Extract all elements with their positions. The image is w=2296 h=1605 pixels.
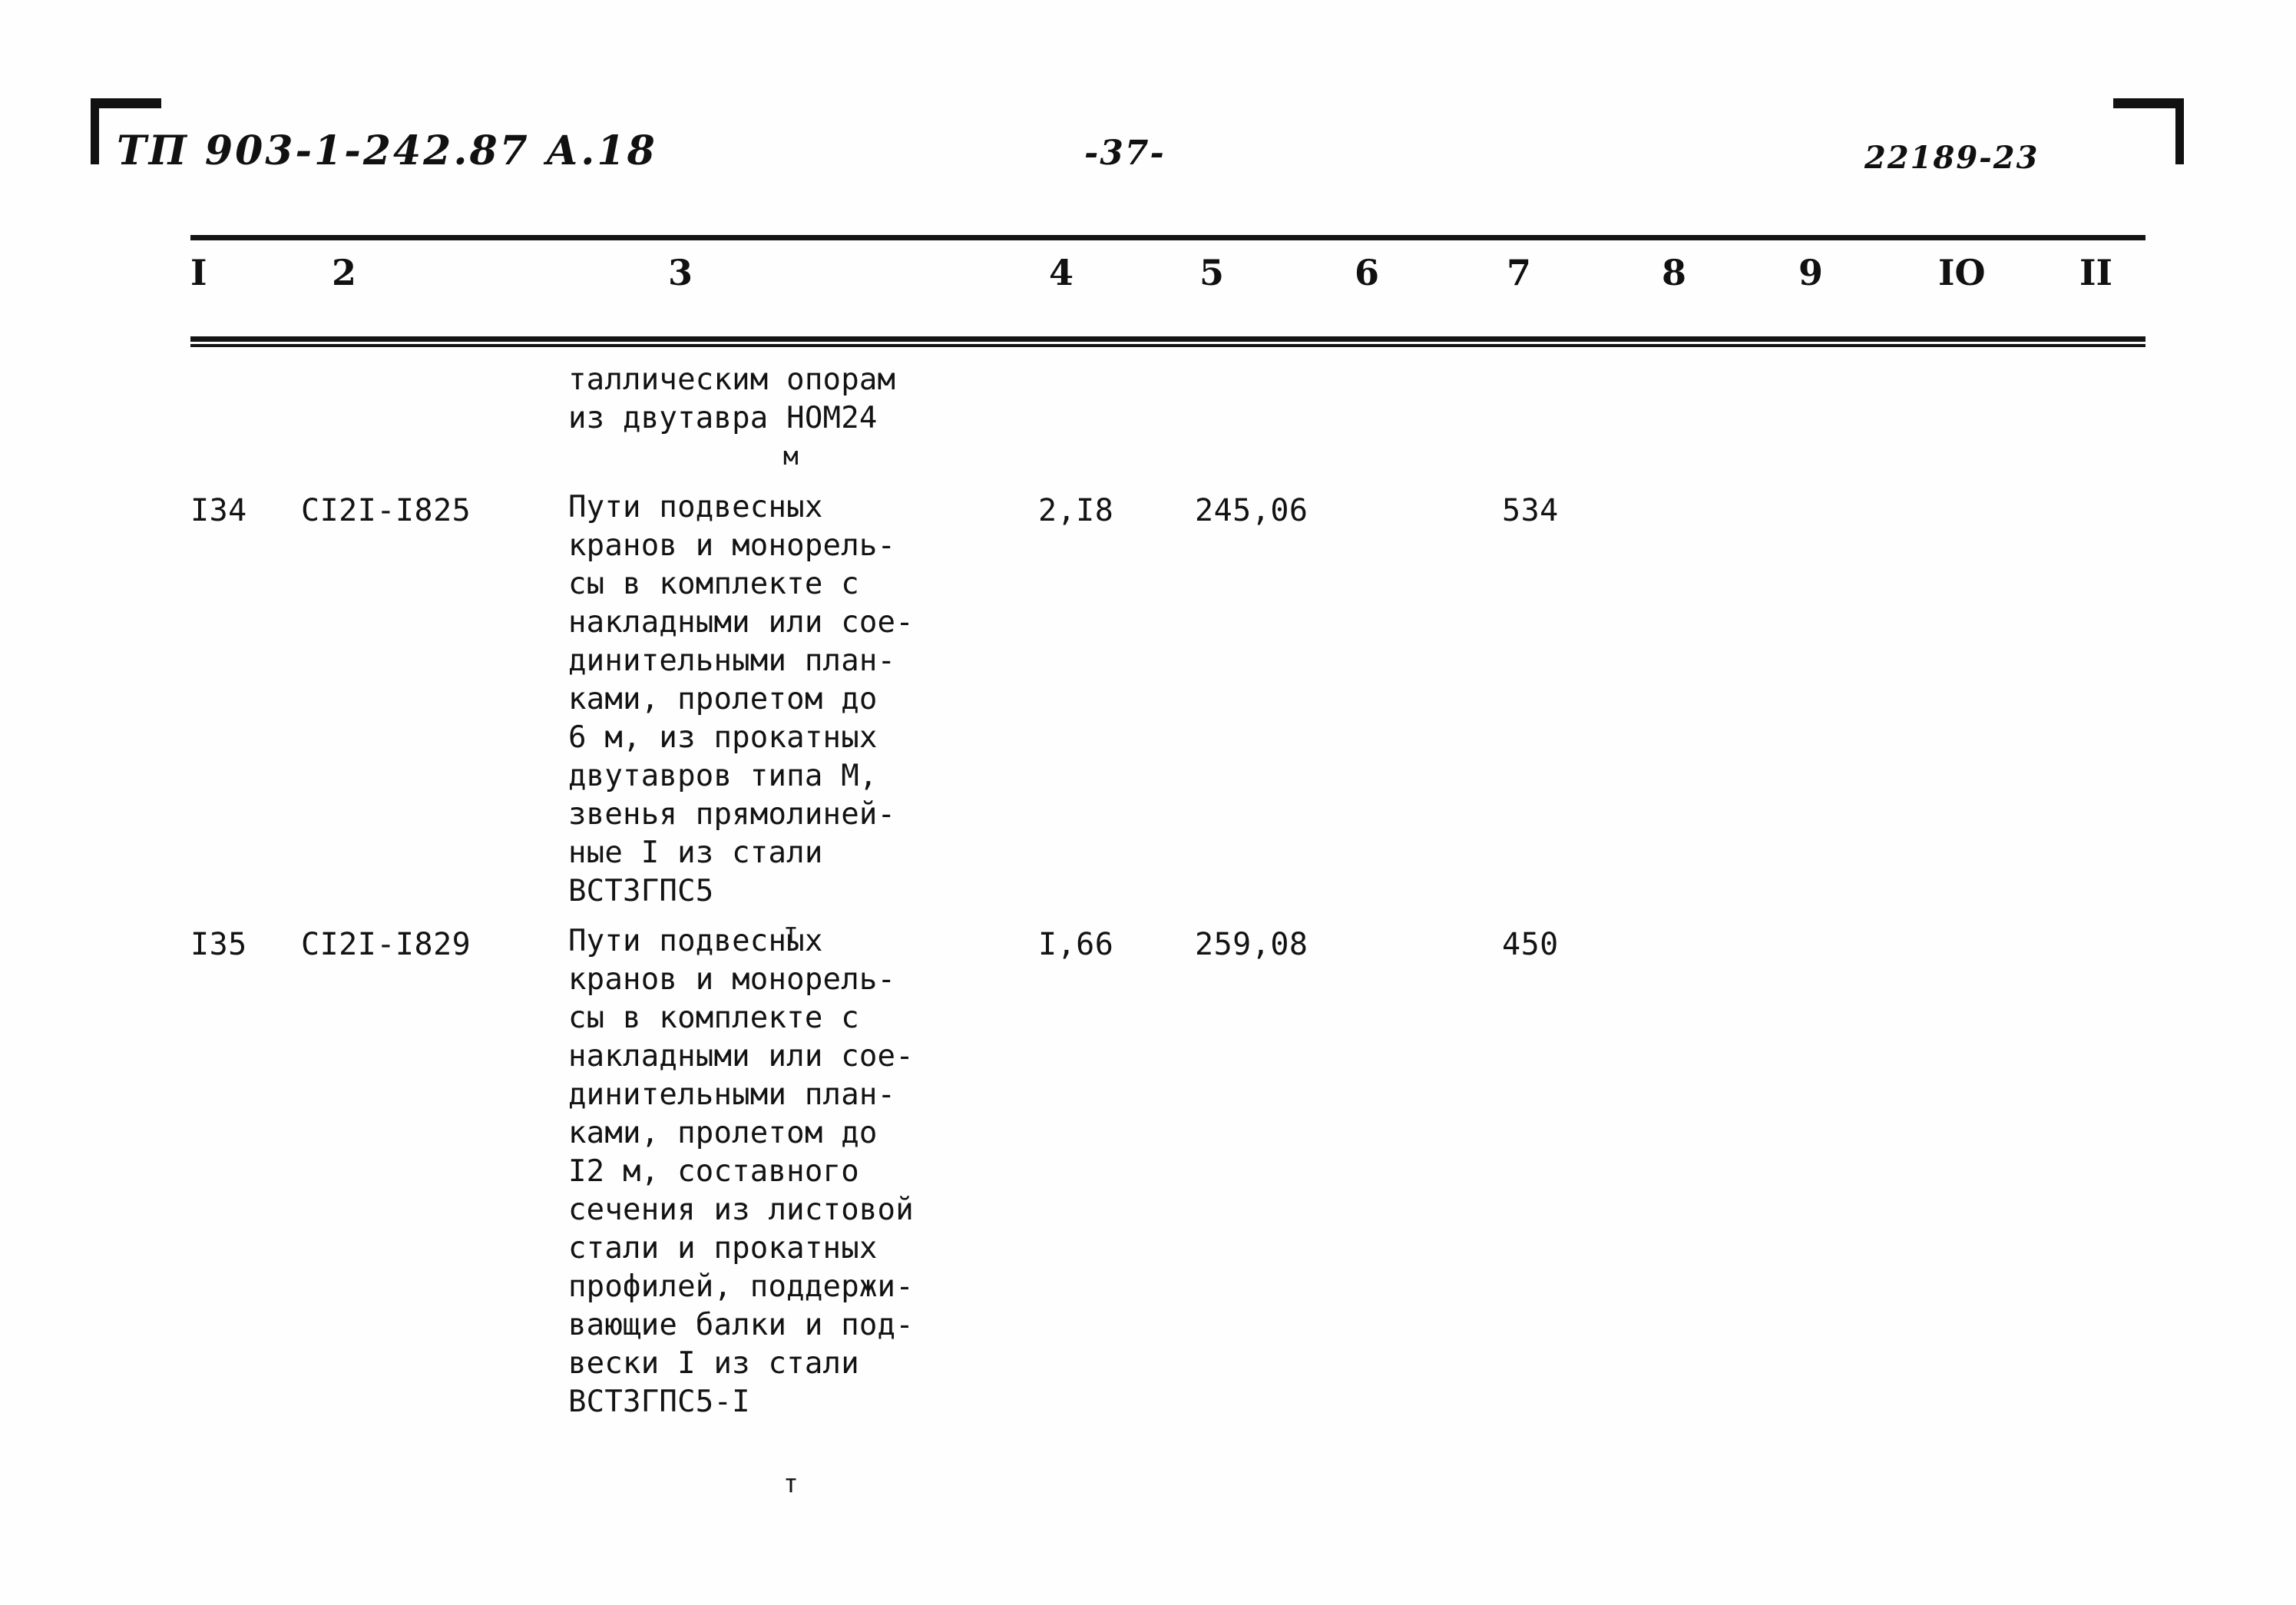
column-header-7: 7 [1507,252,1532,293]
document-code: ТП 903-1-242.87 А.18 [117,127,657,174]
item-code: CI2I-I829 [301,927,471,962]
table-rule-bottom-a [190,336,2145,342]
column-header-3: 3 [668,252,693,293]
column-header-6: 6 [1355,252,1380,293]
column-header-5: 5 [1199,252,1225,293]
table-row: I34 [190,493,247,528]
item-col7: 534 [1502,493,1559,528]
table-row: I35 [190,927,247,962]
item-unit: т [782,1468,799,1498]
item-col5: 245,06 [1195,493,1308,528]
item-col7: 450 [1502,927,1559,962]
item-col4: I,66 [1038,927,1114,962]
page-number: -37- [1084,134,1166,173]
continued-description: таллическим опорам из двутавра НОМ24 [568,362,896,435]
column-header-10: IO [1938,252,1986,293]
item-description: Пути подвесных кранов и монорель- сы в к… [568,924,914,1419]
column-header-8: 8 [1662,252,1687,293]
document-page: ТП 903-1-242.87 А.18 -37- 22189-23 I 2 3… [0,0,2296,1605]
item-col4: 2,I8 [1038,493,1114,528]
table-rule-top [190,235,2145,240]
reference-number: 22189-23 [1864,140,2040,176]
item-description: Пути подвесных кранов и монорель- сы в к… [568,490,914,908]
column-header-1: I [190,252,207,293]
column-header-11: II [2079,252,2113,293]
column-header-4: 4 [1049,252,1074,293]
item-code: CI2I-I825 [301,493,471,528]
table-rule-bottom-b [190,344,2145,347]
page-header: ТП 903-1-242.87 А.18 -37- 22189-23 [0,127,2296,181]
item-col5: 259,08 [1195,927,1308,962]
column-header-9: 9 [1798,252,1824,293]
column-header-2: 2 [332,252,357,293]
continued-unit: м [782,441,799,471]
